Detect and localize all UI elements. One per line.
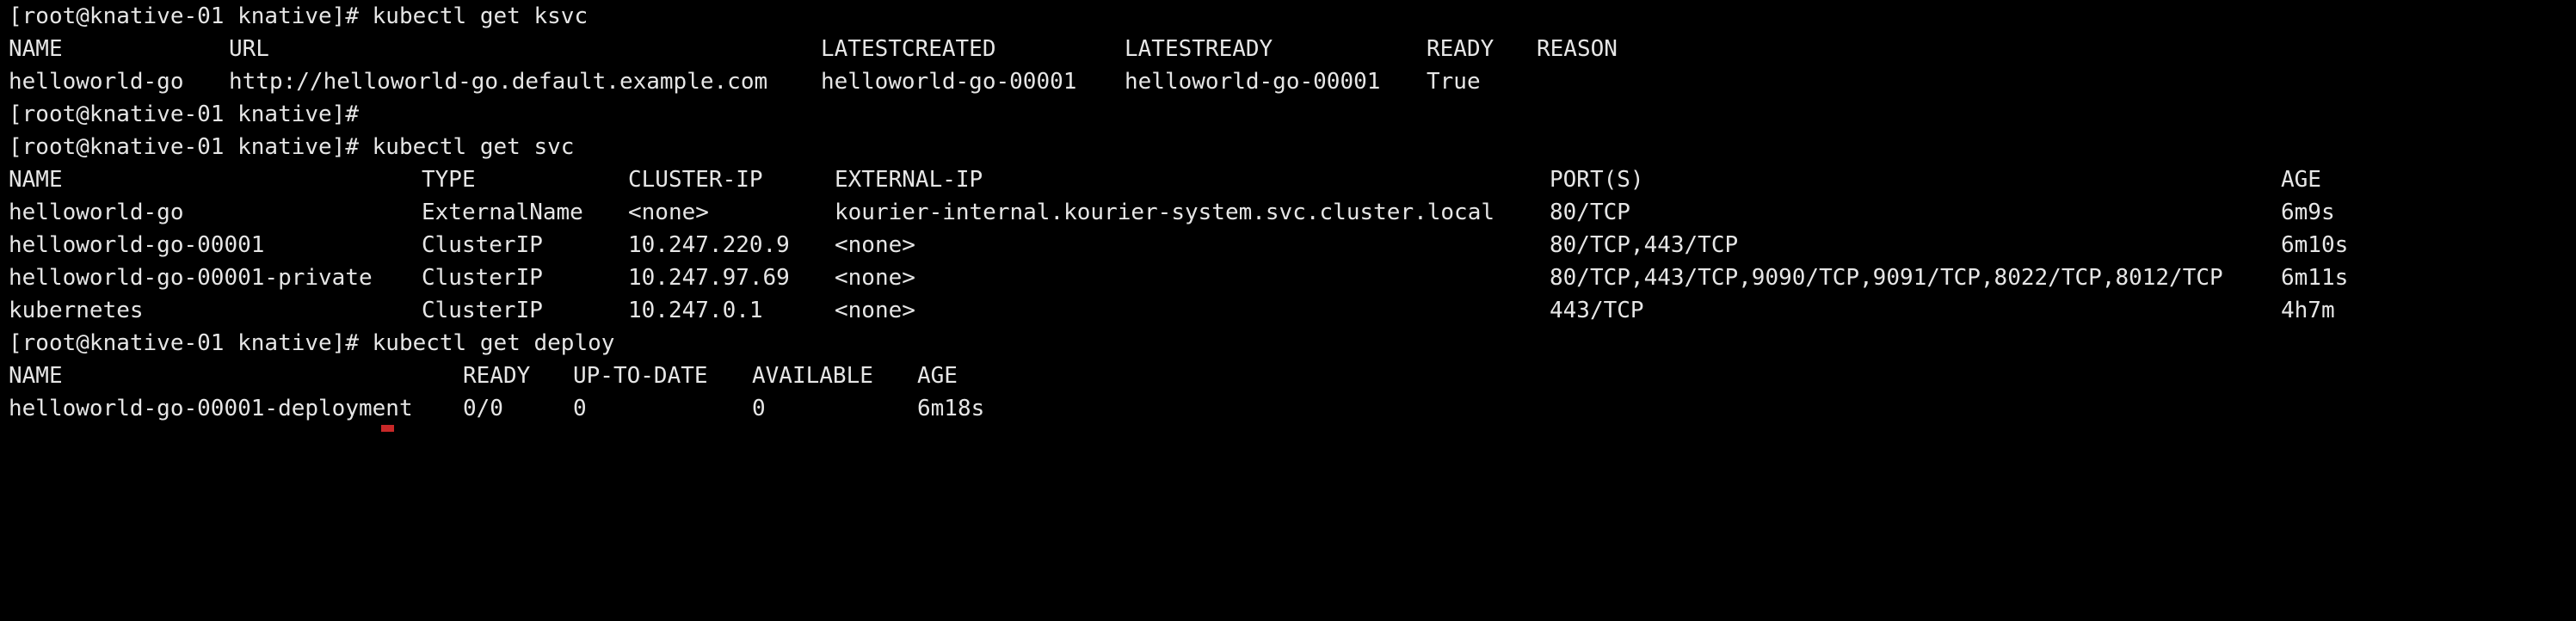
cell-external-ip: <none> [835, 232, 915, 258]
cell-cluster-ip: 10.247.220.9 [628, 232, 790, 258]
header-latestready: LATESTREADY [1125, 36, 1273, 62]
cell-url: http://helloworld-go.default.example.com [229, 69, 768, 95]
text-cursor [381, 425, 394, 432]
header-reason: REASON [1537, 36, 1618, 62]
header-up-to-date: UP-TO-DATE [573, 363, 708, 389]
table-row: helloworld-go ExternalName <none> kourie… [9, 196, 2335, 229]
cell-age: 6m10s [2281, 232, 2349, 258]
table-row: helloworld-go-00001-deployment 0/0 0 0 6… [9, 392, 984, 425]
cell-type: ExternalName [422, 200, 583, 225]
cell-type: ClusterIP [422, 298, 543, 323]
prompt-line: [root@knative-01 knative]# kubectl get k… [9, 0, 588, 33]
cell-age: 6m18s [917, 396, 985, 421]
cell-external-ip: kourier-internal.kourier-system.svc.clus… [835, 200, 1495, 225]
cell-name: helloworld-go [9, 200, 184, 225]
table-row: kubernetes ClusterIP 10.247.0.1 <none> 4… [9, 294, 2335, 327]
table-header: NAME URL LATESTCREATED LATESTREADY READY… [9, 33, 1618, 65]
cell-latestready: helloworld-go-00001 [1125, 69, 1381, 95]
header-cluster-ip: CLUSTER-IP [628, 167, 763, 193]
cell-ports: 80/TCP,443/TCP [1550, 232, 1739, 258]
cell-available: 0 [752, 396, 766, 421]
header-url: URL [229, 36, 269, 62]
cell-age: 4h7m [2281, 298, 2335, 323]
prompt-line: [root@knative-01 knative]# [9, 98, 359, 131]
header-ports: PORT(S) [1550, 167, 1644, 193]
header-type: TYPE [422, 167, 476, 193]
table-row: helloworld-go-00001 ClusterIP 10.247.220… [9, 229, 2348, 261]
cell-ready: True [1427, 69, 1481, 95]
cell-ports: 443/TCP [1550, 298, 1644, 323]
header-name: NAME [9, 167, 63, 193]
cell-external-ip: <none> [835, 265, 915, 291]
cell-up-to-date: 0 [573, 396, 587, 421]
cell-name: helloworld-go-00001 [9, 232, 265, 258]
header-age: AGE [917, 363, 958, 389]
cell-age: 6m11s [2281, 265, 2349, 291]
cell-cluster-ip: 10.247.0.1 [628, 298, 763, 323]
prompt-line: [root@knative-01 knative]# kubectl get s… [9, 131, 574, 163]
terminal-window[interactable]: [root@knative-01 knative]# kubectl get k… [0, 0, 2576, 432]
cell-cluster-ip: <none> [628, 200, 709, 225]
cell-ports: 80/TCP [1550, 200, 1630, 225]
cell-ready: 0/0 [463, 396, 503, 421]
command-text: [root@knative-01 knative]# kubectl get d… [9, 330, 615, 356]
cell-ports: 80/TCP,443/TCP,9090/TCP,9091/TCP,8022/TC… [1550, 265, 2223, 291]
header-ready: READY [463, 363, 531, 389]
cell-age: 6m9s [2281, 200, 2335, 225]
cell-latestcreated: helloworld-go-00001 [821, 69, 1077, 95]
cell-name: helloworld-go-00001-private [9, 265, 373, 291]
header-external-ip: EXTERNAL-IP [835, 167, 983, 193]
command-text: [root@knative-01 knative]# kubectl get k… [9, 3, 589, 29]
cell-name: helloworld-go [9, 69, 184, 95]
command-text: [root@knative-01 knative]# kubectl get s… [9, 134, 575, 160]
table-header: NAME READY UP-TO-DATE AVAILABLE AGE [9, 360, 958, 392]
prompt-line: [root@knative-01 knative]# kubectl get d… [9, 327, 614, 360]
header-ready: READY [1427, 36, 1494, 62]
cell-type: ClusterIP [422, 232, 543, 258]
header-age: AGE [2281, 167, 2321, 193]
cell-name: helloworld-go-00001-deployment [9, 396, 413, 421]
table-row: helloworld-go-00001-private ClusterIP 10… [9, 261, 2348, 294]
header-name: NAME [9, 36, 63, 62]
cell-type: ClusterIP [422, 265, 543, 291]
cell-name: kubernetes [9, 298, 144, 323]
cell-cluster-ip: 10.247.97.69 [628, 265, 790, 291]
prompt-text: [root@knative-01 knative]# [9, 101, 359, 127]
header-available: AVAILABLE [752, 363, 873, 389]
header-latestcreated: LATESTCREATED [821, 36, 996, 62]
cell-external-ip: <none> [835, 298, 915, 323]
table-header: NAME TYPE CLUSTER-IP EXTERNAL-IP PORT(S)… [9, 163, 2321, 196]
header-name: NAME [9, 363, 63, 389]
table-row: helloworld-go http://helloworld-go.defau… [9, 65, 1481, 98]
